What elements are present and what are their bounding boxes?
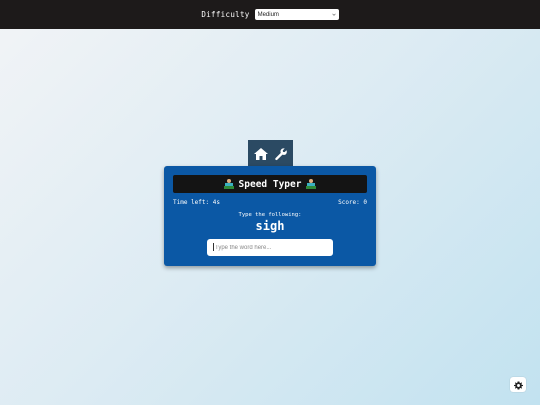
- tool-tab: [248, 140, 293, 167]
- technologist-emoji-icon: [223, 179, 234, 189]
- game-title-bar: Speed Typer: [173, 175, 367, 193]
- score: Score: 0: [338, 199, 367, 206]
- wrench-icon[interactable]: [274, 147, 288, 161]
- difficulty-selected-value: Medium: [257, 11, 279, 18]
- game-stats: Time left: 4s Score: 0: [173, 199, 367, 206]
- gear-icon: [513, 375, 523, 394]
- difficulty-select[interactable]: Medium: [254, 9, 339, 20]
- time-left: Time left: 4s: [173, 199, 220, 206]
- home-icon[interactable]: [253, 147, 269, 161]
- technologist-emoji-icon: [306, 179, 317, 189]
- target-word: sigh: [255, 219, 285, 233]
- game-title: Speed Typer: [238, 178, 302, 190]
- top-bar: Difficulty Medium: [0, 0, 540, 29]
- settings-button[interactable]: [510, 377, 526, 392]
- prompt-label: Type the following:: [238, 212, 302, 218]
- game-card: Speed Typer Time left: 4s Score: 0 Type …: [164, 166, 376, 266]
- word-input[interactable]: [207, 239, 333, 256]
- text-cursor: [213, 243, 214, 251]
- chevron-down-icon: [331, 12, 336, 16]
- difficulty-label: Difficulty: [201, 10, 250, 19]
